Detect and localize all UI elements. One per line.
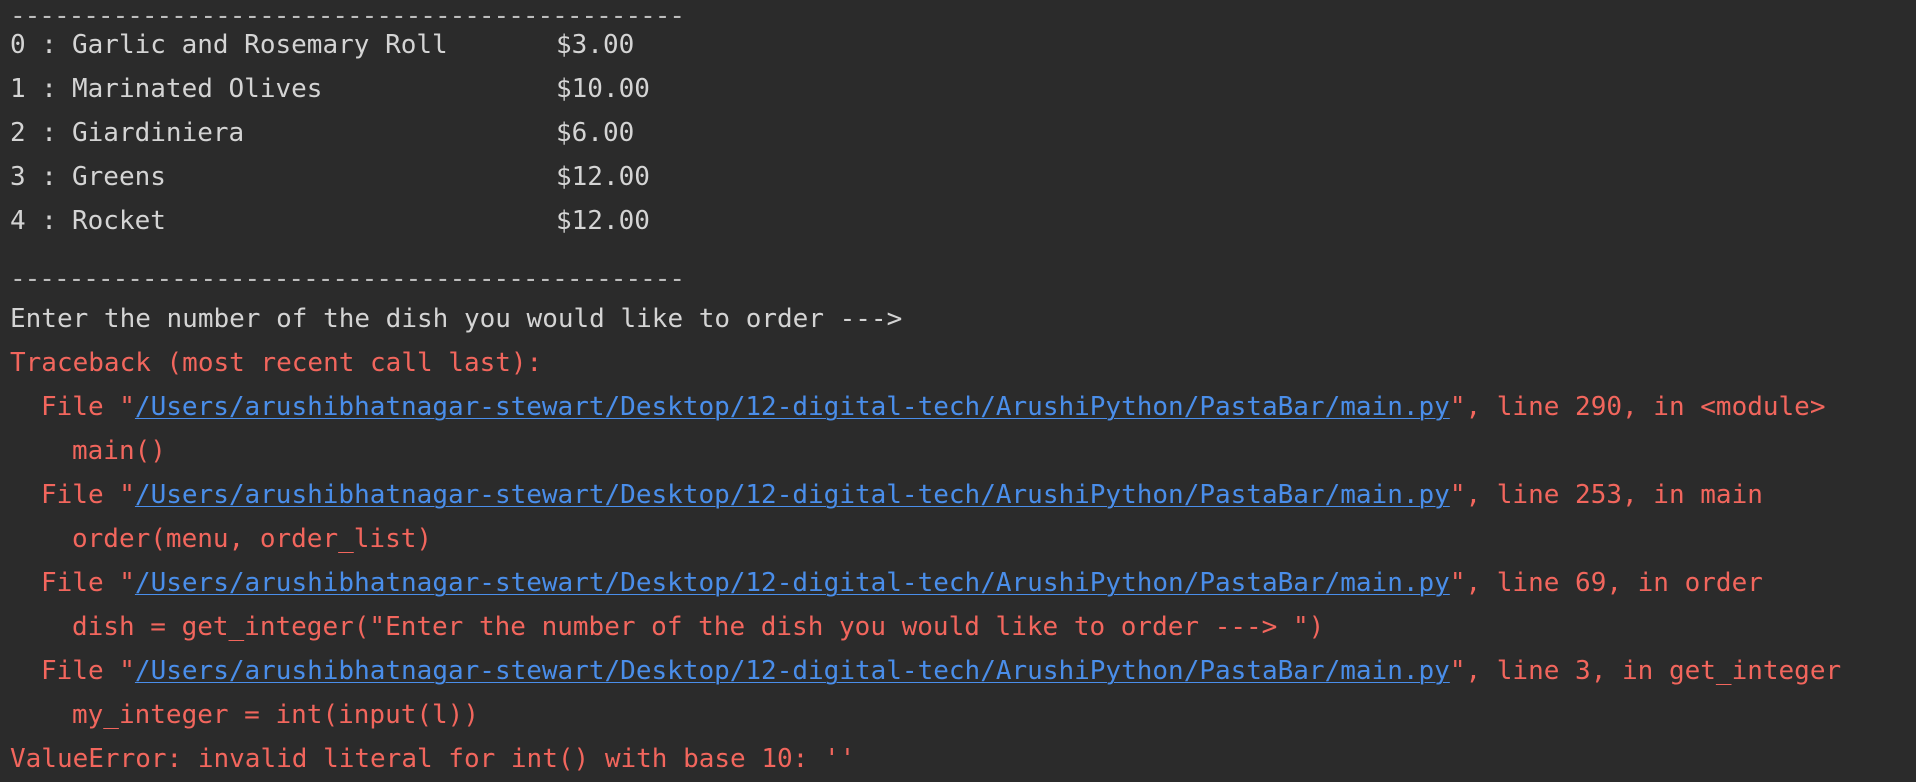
traceback-frame: File "/Users/arushibhatnagar-stewart/Des… <box>10 473 1763 517</box>
menu-item-number: 3 : <box>10 162 57 192</box>
traceback-header: Traceback (most recent call last): <box>10 348 543 378</box>
menu-item-price: $12.00 <box>556 206 650 236</box>
traceback-frame: File "/Users/arushibhatnagar-stewart/Des… <box>10 561 1763 605</box>
menu-item-number: 4 : <box>10 206 57 236</box>
error-message: ValueError: invalid literal for int() wi… <box>10 744 856 774</box>
menu-item-price: $10.00 <box>556 74 650 104</box>
traceback-code: main() <box>72 436 166 466</box>
separator-line-bottom: ----------------------------------------… <box>10 264 685 294</box>
traceback-frame: File "/Users/arushibhatnagar-stewart/Des… <box>10 385 1826 429</box>
frame-suffix: ", line 69, in order <box>1449 568 1763 598</box>
menu-item: 3 : Greens $12.00 <box>10 155 650 199</box>
menu-item: 1 : Marinated Olives $10.00 <box>10 67 650 111</box>
menu-item: 2 : Giardiniera $6.00 <box>10 111 634 155</box>
menu-item: 0 : Garlic and Rosemary Roll $3.00 <box>10 23 634 67</box>
file-path-link[interactable]: /Users/arushibhatnagar-stewart/Desktop/1… <box>135 480 1450 510</box>
menu-item-name: Greens <box>72 162 166 192</box>
menu-item-name: Rocket <box>72 206 166 236</box>
frame-suffix: ", line 3, in get_integer <box>1449 656 1842 686</box>
menu-item-price: $12.00 <box>556 162 650 192</box>
menu-item-price: $6.00 <box>556 118 635 148</box>
traceback-code: my_integer = int(input(l)) <box>72 700 479 730</box>
frame-prefix: File " <box>41 480 135 510</box>
frame-prefix: File " <box>41 656 135 686</box>
menu-item-name: Marinated Olives <box>72 74 323 104</box>
menu-item: 4 : Rocket $12.00 <box>10 199 650 243</box>
frame-suffix: ", line 290, in <module> <box>1449 392 1826 422</box>
input-prompt: Enter the number of the dish you would l… <box>10 304 903 334</box>
frame-prefix: File " <box>41 392 135 422</box>
traceback-code: order(menu, order_list) <box>72 524 433 554</box>
traceback-frame: File "/Users/arushibhatnagar-stewart/Des… <box>10 649 1841 693</box>
frame-prefix: File " <box>41 568 135 598</box>
menu-item-number: 1 : <box>10 74 57 104</box>
menu-item-price: $3.00 <box>556 30 635 60</box>
menu-item-number: 0 : <box>10 30 57 60</box>
menu-item-name: Giardiniera <box>72 118 245 148</box>
traceback-code: dish = get_integer("Enter the number of … <box>72 612 1325 642</box>
menu-item-number: 2 : <box>10 118 57 148</box>
file-path-link[interactable]: /Users/arushibhatnagar-stewart/Desktop/1… <box>135 568 1450 598</box>
file-path-link[interactable]: /Users/arushibhatnagar-stewart/Desktop/1… <box>135 656 1450 686</box>
frame-suffix: ", line 253, in main <box>1449 480 1763 510</box>
file-path-link[interactable]: /Users/arushibhatnagar-stewart/Desktop/1… <box>135 392 1450 422</box>
menu-item-name: Garlic and Rosemary Roll <box>72 30 448 60</box>
